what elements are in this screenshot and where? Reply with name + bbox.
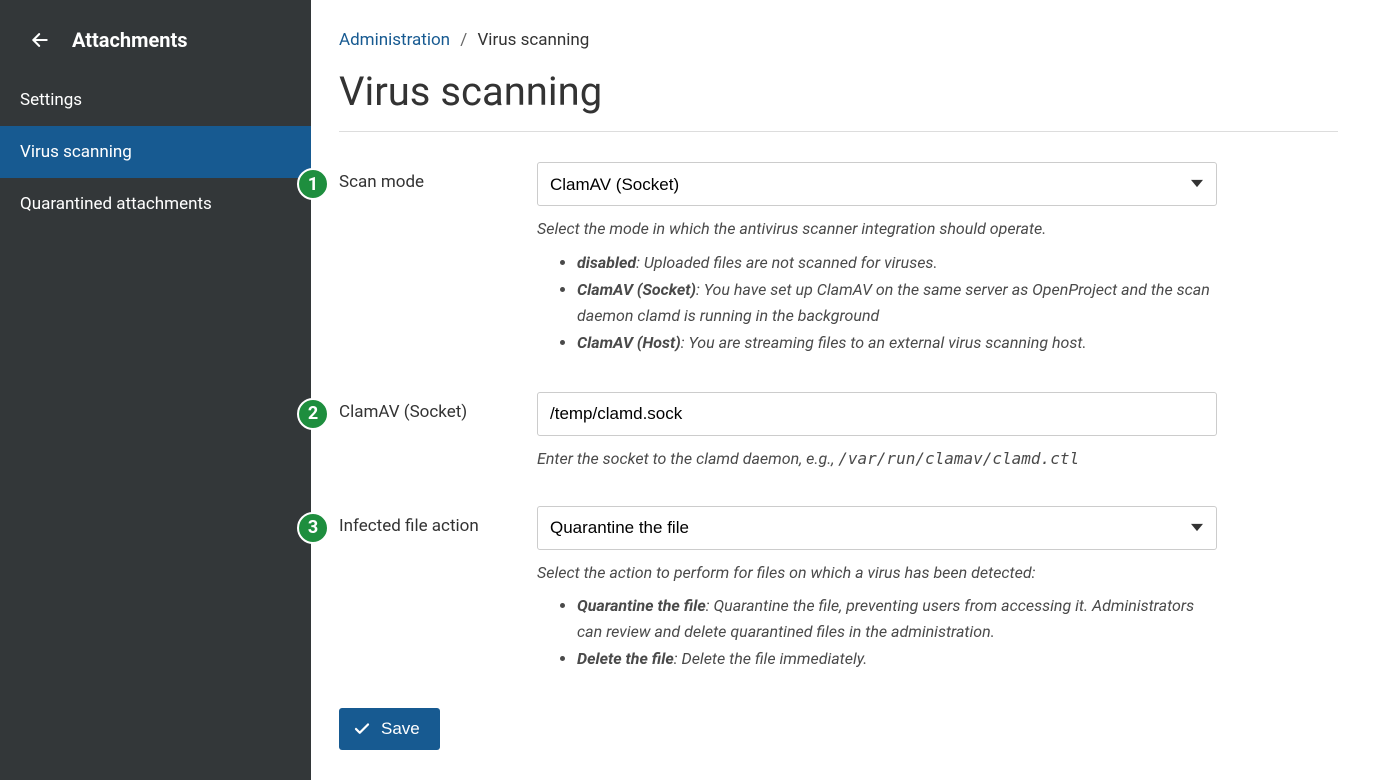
field-label: 3 Infected file action <box>339 506 537 536</box>
sidebar-item-label: Virus scanning <box>20 142 132 162</box>
form-row-clamav-socket: 2 ClamAV (Socket) Enter the socket to th… <box>339 392 1338 472</box>
help-item-key: disabled <box>577 253 636 272</box>
help-item: ClamAV (Socket): You have set up ClamAV … <box>577 277 1217 328</box>
sidebar: Attachments Settings Virus scanning Quar… <box>0 0 311 780</box>
sidebar-item-settings[interactable]: Settings <box>0 74 311 126</box>
help-intro: Select the action to perform for files o… <box>537 563 1035 582</box>
help-intro: Select the mode in which the antivirus s… <box>537 219 1046 238</box>
page-title: Virus scanning <box>339 68 1338 132</box>
annotation-badge-3: 3 <box>297 512 329 544</box>
sidebar-title: Attachments <box>72 28 188 52</box>
field-label: 2 ClamAV (Socket) <box>339 392 537 422</box>
sidebar-item-quarantined-attachments[interactable]: Quarantined attachments <box>0 178 311 230</box>
annotation-badge-1: 1 <box>297 168 329 200</box>
breadcrumb-current: Virus scanning <box>477 30 589 50</box>
form-row-scan-mode: 1 Scan mode ClamAV (Socket) Select the m… <box>339 162 1338 358</box>
save-button-label: Save <box>381 719 420 739</box>
help-list: Quarantine the file: Quarantine the file… <box>537 593 1217 672</box>
help-item-text: : Uploaded files are not scanned for vir… <box>636 253 937 272</box>
clamav-socket-input[interactable] <box>537 392 1217 436</box>
annotation-badge-2: 2 <box>297 398 329 430</box>
help-item-key: ClamAV (Socket) <box>577 280 696 299</box>
save-button[interactable]: Save <box>339 708 440 750</box>
help-item: ClamAV (Host): You are streaming files t… <box>577 330 1217 356</box>
label-text: Infected file action <box>339 516 479 536</box>
sidebar-header: Attachments <box>0 0 311 74</box>
breadcrumb-root-link[interactable]: Administration <box>339 30 450 50</box>
field-help: Enter the socket to the clamd daemon, e.… <box>537 446 1217 472</box>
help-item-key: Quarantine the file <box>577 596 706 615</box>
sidebar-item-label: Settings <box>20 90 82 110</box>
field-help: Select the mode in which the antivirus s… <box>537 216 1217 356</box>
help-item-text: : You are streaming files to an external… <box>681 333 1087 352</box>
breadcrumb: Administration / Virus scanning <box>339 30 1338 50</box>
back-arrow-icon[interactable] <box>30 30 50 50</box>
help-example: /var/run/clamav/clamd.ctl <box>838 449 1079 468</box>
help-item-key: Delete the file <box>577 649 674 668</box>
sidebar-item-label: Quarantined attachments <box>20 194 212 214</box>
help-item: Quarantine the file: Quarantine the file… <box>577 593 1217 644</box>
form-row-infected-action: 3 Infected file action Quarantine the fi… <box>339 506 1338 674</box>
help-prefix: Enter the socket to the clamd daemon, e.… <box>537 449 838 468</box>
help-item: disabled: Uploaded files are not scanned… <box>577 250 1217 276</box>
breadcrumb-separator: / <box>460 30 467 50</box>
main-content: Administration / Virus scanning Virus sc… <box>311 0 1378 780</box>
field-help: Select the action to perform for files o… <box>537 560 1217 672</box>
label-text: Scan mode <box>339 172 424 192</box>
infected-action-select[interactable]: Quarantine the file <box>537 506 1217 550</box>
sidebar-item-virus-scanning[interactable]: Virus scanning <box>0 126 311 178</box>
label-text: ClamAV (Socket) <box>339 402 467 422</box>
field-label: 1 Scan mode <box>339 162 537 192</box>
help-item-text: : Delete the file immediately. <box>674 649 868 668</box>
check-icon <box>353 720 371 738</box>
help-item-key: ClamAV (Host) <box>577 333 681 352</box>
help-item: Delete the file: Delete the file immedia… <box>577 646 1217 672</box>
help-list: disabled: Uploaded files are not scanned… <box>537 250 1217 356</box>
scan-mode-select[interactable]: ClamAV (Socket) <box>537 162 1217 206</box>
